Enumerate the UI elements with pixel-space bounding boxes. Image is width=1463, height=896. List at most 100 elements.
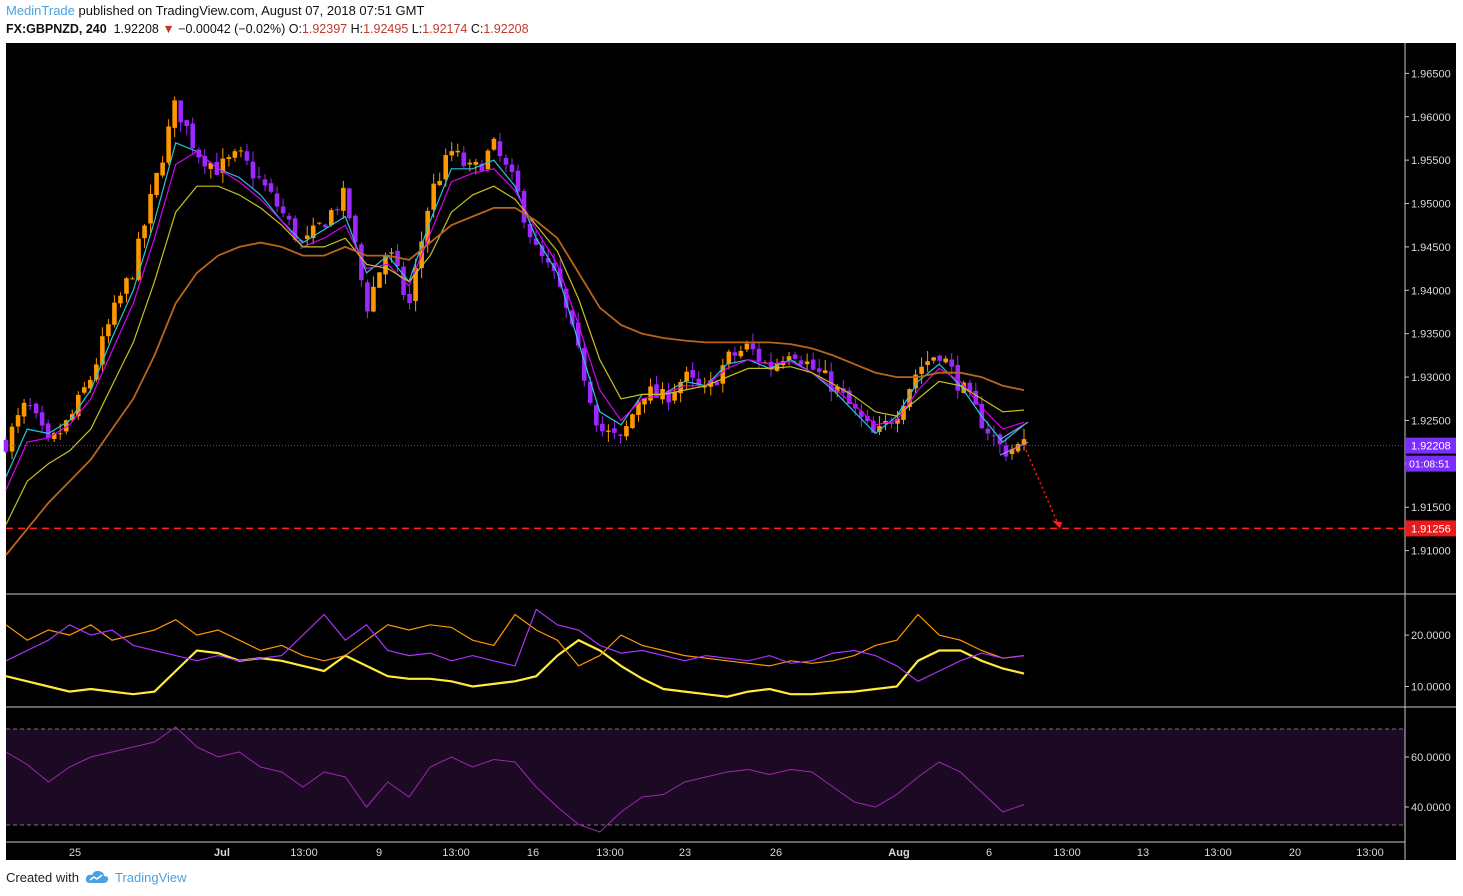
candle-body	[280, 206, 286, 214]
candle-body	[612, 428, 617, 433]
candle-body	[389, 252, 394, 254]
candle-body	[792, 354, 798, 359]
candle-body	[648, 386, 653, 401]
candle-body	[286, 215, 292, 220]
time-tick-label: Jul	[214, 847, 230, 859]
candle-body	[250, 161, 256, 179]
candle-body	[262, 179, 268, 186]
candle-body	[27, 405, 33, 407]
time-tick-label: 9	[376, 847, 382, 859]
candle-body	[437, 180, 442, 186]
candle-body	[750, 343, 756, 350]
candle-body	[365, 282, 370, 312]
candle-body	[949, 359, 955, 367]
chart-canvas[interactable]: 1.96500 1.96000 1.95500 1.95000 1.94500 1.940…	[0, 0, 1463, 896]
candle-body	[732, 352, 738, 356]
time-tick-label: 13:00	[442, 847, 470, 859]
candle-body	[112, 302, 117, 325]
candle-body	[341, 187, 346, 211]
candle-body	[39, 412, 45, 426]
dmi-tick-label: 10.0000	[1411, 681, 1451, 693]
price-tick-label: 1.96000	[1411, 112, 1451, 124]
candle-body	[804, 361, 810, 365]
candle-body	[594, 405, 599, 426]
candle-body	[455, 150, 461, 153]
footer: Created with TradingView	[6, 870, 187, 887]
time-tick-label: 13:00	[290, 847, 318, 859]
candle-body	[473, 161, 479, 165]
candle-body	[618, 434, 623, 436]
candle-body	[190, 123, 196, 149]
rsi-tick-label: 40.0000	[1411, 802, 1451, 814]
candle-body	[328, 210, 334, 226]
candle-body	[937, 355, 942, 361]
candle-body	[33, 403, 39, 414]
candle-body	[816, 368, 822, 372]
candle-body	[268, 183, 274, 192]
candle-body	[148, 193, 153, 224]
price-tick-label: 1.93000	[1411, 372, 1451, 384]
countdown-tag-label: 01:08:51	[1409, 459, 1450, 471]
time-tick-label: 13:00	[1053, 847, 1081, 859]
price-tick-label: 1.95500	[1411, 155, 1451, 167]
time-tick-label: 13:00	[596, 847, 624, 859]
dmi-tick-label: 20.0000	[1411, 630, 1451, 642]
candle-body	[45, 423, 51, 439]
candle-body	[142, 225, 147, 239]
price-tick-label: 1.91500	[1411, 502, 1451, 514]
candle-body	[377, 272, 382, 288]
candle-body	[991, 435, 997, 437]
candle-body	[606, 430, 611, 432]
time-tick-label: 16	[527, 847, 539, 859]
candle-body	[955, 364, 961, 391]
price-tick-label: 1.91000	[1411, 546, 1451, 558]
candle-body	[371, 286, 376, 312]
candle-body	[485, 150, 491, 170]
price-tick-label: 1.92500	[1411, 415, 1451, 427]
candle-body	[931, 357, 936, 361]
candle-body	[600, 423, 605, 432]
candle-body	[172, 100, 177, 128]
candle-body	[491, 138, 497, 150]
price-tick-label: 1.93500	[1411, 329, 1451, 341]
candle-body	[624, 426, 629, 437]
candle-body	[810, 359, 816, 370]
price-tick-label: 1.94500	[1411, 242, 1451, 254]
candle-body	[130, 278, 135, 280]
candle-body	[503, 157, 509, 165]
time-tick-label: 25	[69, 847, 81, 859]
time-tick-label: Aug	[888, 847, 909, 859]
candle-body	[509, 164, 515, 172]
candle-body	[160, 162, 165, 176]
candle-body	[154, 172, 159, 196]
candle-body	[106, 324, 111, 337]
candle-body	[726, 351, 732, 364]
time-tick-label: 13:00	[1204, 847, 1232, 859]
candle-body	[335, 209, 340, 211]
candle-body	[1003, 445, 1009, 457]
candle-body	[124, 278, 129, 294]
candle-body	[244, 151, 250, 161]
price-tick-label: 1.96500	[1411, 68, 1451, 80]
tradingview-link[interactable]: TradingView	[115, 870, 187, 885]
candle-body	[347, 188, 352, 219]
candle-body	[316, 222, 322, 224]
time-tick-label: 6	[986, 847, 992, 859]
time-tick-label: 13:00	[1356, 847, 1384, 859]
candle-body	[822, 370, 828, 374]
candle-body	[443, 155, 449, 180]
candle-body	[21, 402, 27, 417]
candle-body	[943, 358, 948, 363]
candle-body	[467, 162, 473, 165]
tradingview-logo-icon	[85, 870, 109, 887]
candle-body	[889, 422, 894, 425]
candle-body	[449, 151, 455, 156]
candle-body	[684, 371, 689, 382]
candle-body	[256, 176, 262, 178]
candle-body	[461, 152, 467, 167]
candle-body	[756, 348, 762, 362]
candle-body	[738, 350, 744, 357]
rsi-tick-label: 60.0000	[1411, 752, 1451, 764]
candle-body	[238, 150, 244, 152]
candle-body	[178, 100, 183, 123]
